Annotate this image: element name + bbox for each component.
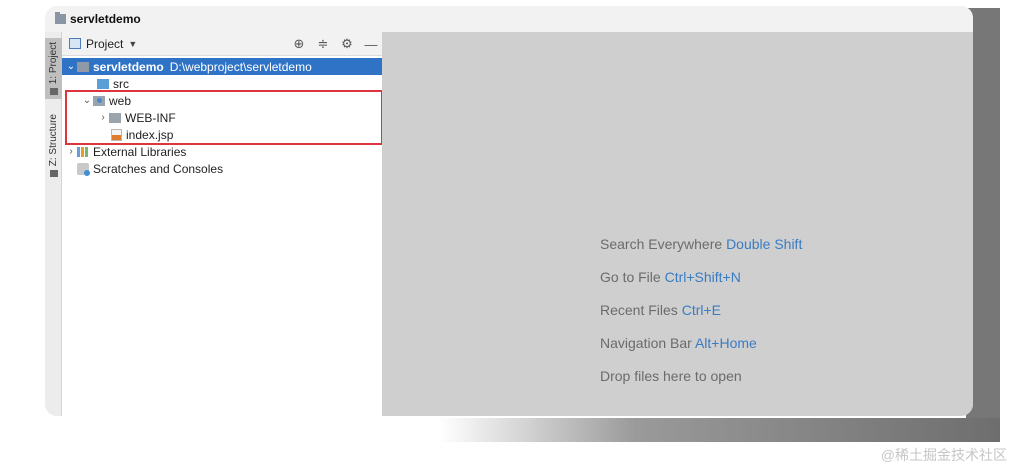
project-view-icon: [69, 38, 81, 49]
tree-item-external-libraries[interactable]: › External Libraries: [62, 143, 382, 160]
hint-navigation-bar: Navigation Bar Alt+Home: [600, 335, 802, 368]
chevron-down-icon[interactable]: ⌄: [65, 61, 77, 72]
tree-item-label: External Libraries: [93, 144, 187, 159]
tool-tab-structure[interactable]: Z: Structure: [45, 110, 62, 181]
hint-shortcut: Double Shift: [726, 236, 803, 252]
tool-tab-project[interactable]: 1: Project: [45, 38, 62, 100]
project-folder-icon: [55, 12, 66, 24]
project-panel-header: Project ▼ ⊕ ≑ ⚙ —: [62, 32, 382, 56]
hint-recent-files: Recent Files Ctrl+E: [600, 302, 802, 335]
hint-search-everywhere: Search Everywhere Double Shift: [600, 236, 802, 269]
collapse-all-icon[interactable]: ≑: [316, 36, 330, 52]
chevron-down-icon[interactable]: ▼: [128, 39, 137, 49]
chevron-right-icon[interactable]: ›: [65, 146, 77, 157]
left-tool-strip: 1: Project Z: Structure: [45, 32, 62, 416]
hint-text: Navigation Bar: [600, 335, 692, 351]
window-title: servletdemo: [70, 12, 141, 26]
tree-item-label: servletdemo: [93, 59, 164, 74]
module-folder-icon: [77, 61, 89, 72]
ide-window: servletdemo 1: Project Z: Structure Proj…: [45, 6, 973, 416]
scratches-icon: [77, 162, 90, 176]
tree-item-servletdemo[interactable]: ⌄ servletdemo D:\webproject\servletdemo: [62, 58, 382, 75]
hint-shortcut: Ctrl+Shift+N: [664, 269, 741, 285]
tree-item-scratches[interactable]: Scratches and Consoles: [62, 160, 382, 177]
structure-icon: [49, 170, 58, 178]
hint-shortcut: Alt+Home: [694, 335, 757, 351]
source-folder-icon: [97, 78, 109, 89]
project-view-selector[interactable]: Project: [86, 37, 123, 51]
panel-header-actions: ⊕ ≑ ⚙ —: [292, 32, 378, 56]
editor-area[interactable]: Search Everywhere Double Shift Go to Fil…: [382, 32, 973, 416]
minimize-icon[interactable]: —: [364, 37, 378, 52]
editor-empty-hints: Search Everywhere Double Shift Go to Fil…: [600, 236, 802, 401]
hint-text: Go to File: [600, 269, 661, 285]
hint-drop-files: Drop files here to open: [600, 368, 802, 401]
folder-icon: [49, 88, 58, 96]
hint-text: Search Everywhere: [600, 236, 723, 252]
hint-go-to-file: Go to File Ctrl+Shift+N: [600, 269, 802, 302]
hint-shortcut: Ctrl+E: [681, 302, 721, 318]
window-shadow-bottom: [440, 418, 1000, 442]
tool-tab-project-label: 1: Project: [48, 42, 59, 85]
libraries-icon: [77, 146, 89, 157]
tool-tab-structure-label: Z: Structure: [48, 114, 59, 167]
watermark: @稀土掘金技术社区: [880, 447, 1007, 463]
tree-item-label: src: [113, 76, 129, 91]
gear-icon[interactable]: ⚙: [340, 36, 354, 52]
tree-item-path: D:\webproject\servletdemo: [169, 59, 312, 74]
hint-text: Recent Files: [600, 302, 678, 318]
annotation-highlight-box: [65, 90, 383, 145]
hint-text: Drop files here to open: [600, 368, 742, 384]
title-bar: servletdemo: [45, 6, 973, 32]
tree-item-label: Scratches and Consoles: [93, 161, 224, 176]
crosshair-icon[interactable]: ⊕: [292, 36, 306, 52]
